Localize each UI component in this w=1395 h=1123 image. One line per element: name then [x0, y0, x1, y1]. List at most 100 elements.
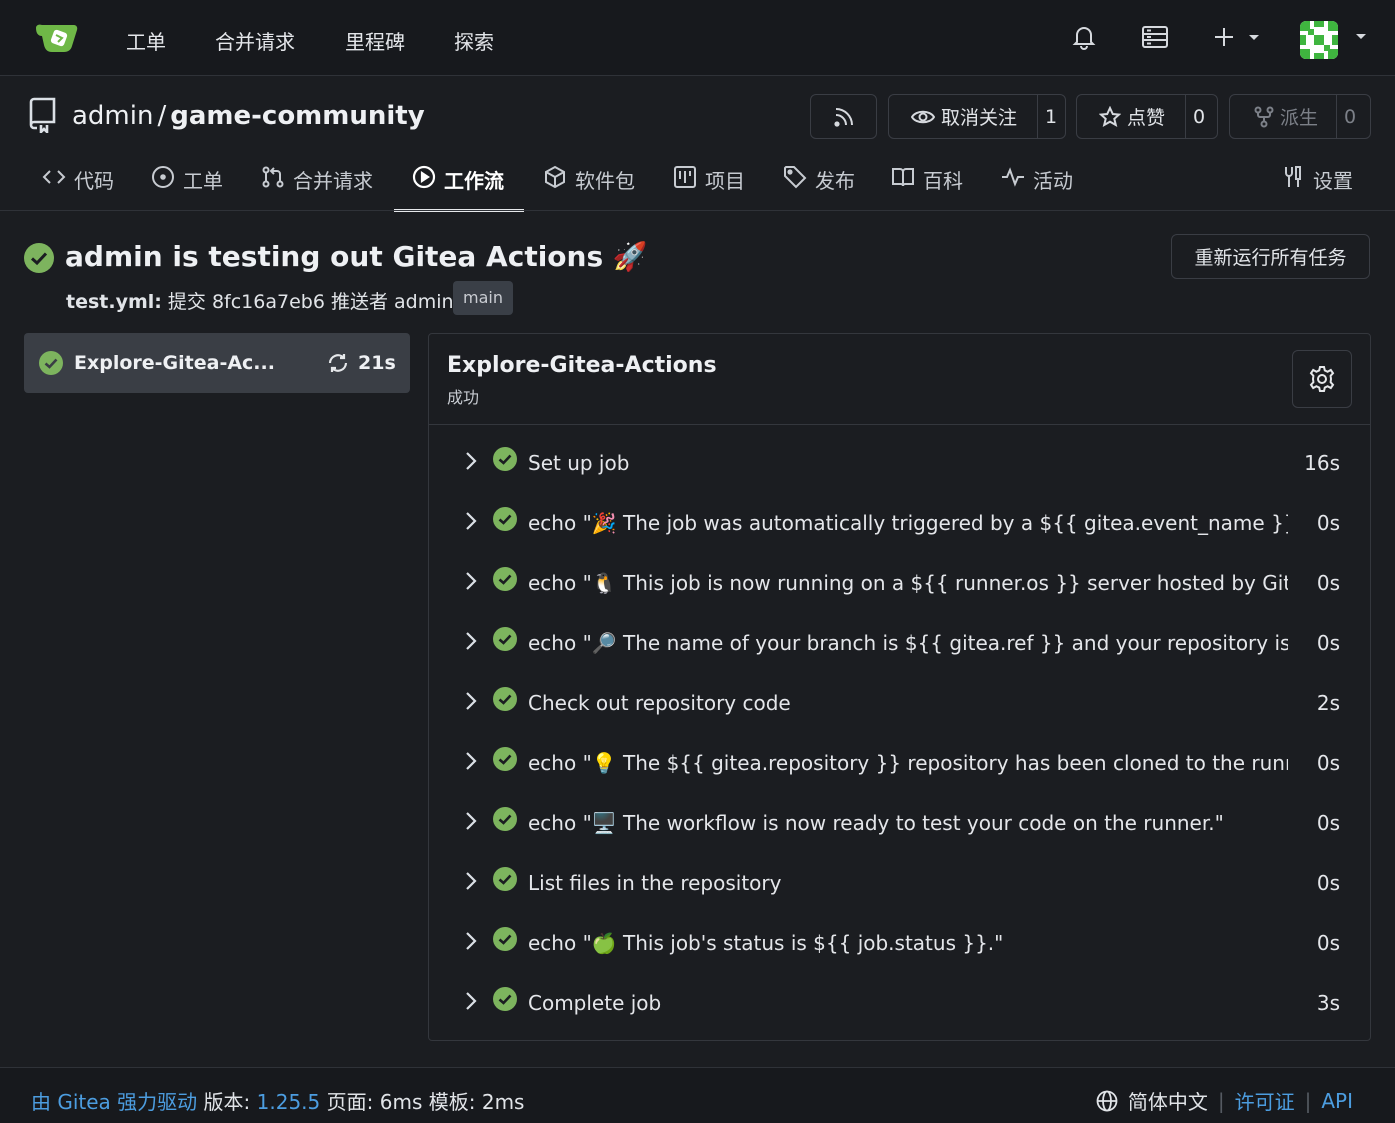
job-step[interactable]: Complete job 3s [459, 979, 1344, 1029]
rerun-icon[interactable] [327, 352, 349, 374]
branch-tag[interactable]: main [453, 281, 513, 315]
footer-info: 由 Gitea 强力驱动 版本: 1.25.5 页面: 6ms 模板: 2ms [31, 1086, 524, 1115]
chevron-down-icon[interactable] [1355, 33, 1367, 41]
commit-info: 提交 8fc16a7eb6 推送者 admin [167, 291, 454, 313]
tab-packages[interactable]: 软件包 [543, 160, 635, 212]
fork-count[interactable]: 0 [1336, 95, 1363, 138]
star-button[interactable]: 点赞 0 [1076, 94, 1218, 139]
footer-links: 简体中文 | 许可证 | API [1096, 1086, 1353, 1115]
tab-wiki[interactable]: 百科 [891, 160, 963, 212]
nav-pull-requests[interactable]: 合并请求 [215, 26, 295, 55]
watch-count[interactable]: 1 [1037, 95, 1064, 138]
step-duration: 0s [1316, 871, 1340, 895]
chevron-right-icon [465, 811, 477, 831]
step-name: echo "🍏 This job's status is ${{ job.sta… [528, 931, 1004, 955]
tab-actions[interactable]: 工作流 [394, 160, 524, 212]
bell-icon[interactable] [1072, 24, 1096, 50]
license-link[interactable]: 许可证 [1235, 1086, 1295, 1115]
success-icon [493, 687, 517, 711]
chevron-right-icon [465, 451, 477, 471]
rss-icon [833, 106, 855, 128]
workflow-file-link[interactable]: test.yml: [66, 291, 162, 313]
tab-pull-requests[interactable]: 合并请求 [261, 160, 373, 212]
unwatch-label: 取消关注 [941, 107, 1018, 129]
step-duration: 0s [1316, 571, 1340, 595]
rerun-all-button[interactable]: 重新运行所有任务 [1171, 234, 1370, 279]
package-icon [543, 165, 567, 189]
eye-icon [911, 108, 935, 126]
tab-label: 设置 [1313, 169, 1353, 193]
step-name: echo "💡 The ${{ gitea.repository }} repo… [528, 751, 1288, 775]
job-step[interactable]: echo "🖥️ The workflow is now ready to te… [459, 799, 1344, 849]
step-name: Check out repository code [528, 691, 791, 715]
server-icon[interactable] [1142, 26, 1168, 48]
footer-separator: | [1304, 1088, 1312, 1113]
gear-icon [1308, 365, 1336, 393]
footer: 由 Gitea 强力驱动 版本: 1.25.5 页面: 6ms 模板: 2ms … [0, 1067, 1395, 1123]
job-step[interactable]: echo "💡 The ${{ gitea.repository }} repo… [459, 739, 1344, 789]
unwatch-button[interactable]: 取消关注 1 [888, 94, 1066, 139]
tab-label: 工单 [183, 169, 223, 193]
nav-explore[interactable]: 探索 [454, 26, 494, 55]
nav-milestones[interactable]: 里程碑 [345, 26, 405, 55]
step-duration: 0s [1316, 631, 1340, 655]
job-step[interactable]: Set up job 16s [459, 439, 1344, 489]
job-step[interactable]: echo "🔎 The name of your branch is ${{ g… [459, 619, 1344, 669]
star-icon [1099, 105, 1121, 128]
step-name: Set up job [528, 451, 630, 475]
issue-icon [151, 165, 175, 189]
chevron-right-icon [465, 991, 477, 1011]
language-selector[interactable]: 简体中文 [1128, 1086, 1208, 1115]
tab-settings[interactable]: 设置 [1281, 160, 1353, 212]
success-icon [493, 447, 517, 471]
success-icon [493, 867, 517, 891]
tab-issues[interactable]: 工单 [151, 160, 223, 212]
step-duration: 2s [1316, 691, 1340, 715]
success-icon [493, 807, 517, 831]
nav-issues[interactable]: 工单 [126, 26, 166, 55]
api-link[interactable]: API [1321, 1089, 1353, 1113]
job-step[interactable]: echo "🍏 This job's status is ${{ job.sta… [459, 919, 1344, 969]
chevron-right-icon [465, 871, 477, 891]
gitea-logo[interactable] [34, 22, 80, 54]
repo-title: admin / game-community [72, 101, 425, 131]
top-navbar: 工单 合并请求 里程碑 探索 [0, 0, 1395, 76]
job-step[interactable]: echo "🎉 The job was automatically trigge… [459, 499, 1344, 549]
run-subtitle: test.yml: 提交 8fc16a7eb6 推送者 admin [66, 287, 454, 314]
plus-icon[interactable] [1214, 26, 1262, 48]
success-icon [493, 567, 517, 591]
step-name: echo "🐧 This job is now running on a ${{… [528, 571, 1288, 595]
tab-code[interactable]: 代码 [42, 160, 114, 212]
job-step[interactable]: echo "🐧 This job is now running on a ${{… [459, 559, 1344, 609]
chevron-right-icon [465, 511, 477, 531]
step-duration: 3s [1316, 991, 1340, 1015]
tab-releases[interactable]: 发布 [783, 160, 855, 212]
version-link[interactable]: 1.25.5 [257, 1090, 321, 1114]
chevron-right-icon [465, 691, 477, 711]
step-name: echo "🔎 The name of your branch is ${{ g… [528, 631, 1288, 655]
powered-by-link[interactable]: 由 Gitea 强力驱动 [31, 1090, 197, 1114]
job-step[interactable]: Check out repository code 2s [459, 679, 1344, 729]
repo-separator: / [157, 101, 167, 131]
tag-icon [783, 165, 807, 189]
repo-owner-link[interactable]: admin [72, 101, 153, 131]
tools-icon [1281, 165, 1305, 189]
repo-name-link[interactable]: game-community [170, 101, 424, 131]
job-list-item[interactable]: Explore-Gitea-Ac... 21s [24, 333, 410, 393]
star-count[interactable]: 0 [1185, 95, 1212, 138]
play-icon [412, 165, 436, 189]
fork-button[interactable]: 派生 0 [1229, 94, 1371, 139]
settings-button[interactable] [1292, 350, 1352, 408]
step-name: List files in the repository [528, 871, 782, 895]
rss-button[interactable] [810, 94, 877, 139]
success-icon [493, 987, 517, 1011]
panel-header: Explore-Gitea-Actions 成功 [429, 334, 1370, 425]
tab-projects[interactable]: 项目 [673, 160, 745, 212]
tab-activity[interactable]: 活动 [1001, 160, 1073, 212]
job-step[interactable]: List files in the repository 0s [459, 859, 1344, 909]
star-label: 点赞 [1127, 107, 1166, 129]
project-icon [673, 165, 697, 189]
page-time: 6ms [379, 1090, 423, 1114]
avatar[interactable] [1300, 21, 1338, 59]
pull-request-icon [261, 165, 285, 189]
